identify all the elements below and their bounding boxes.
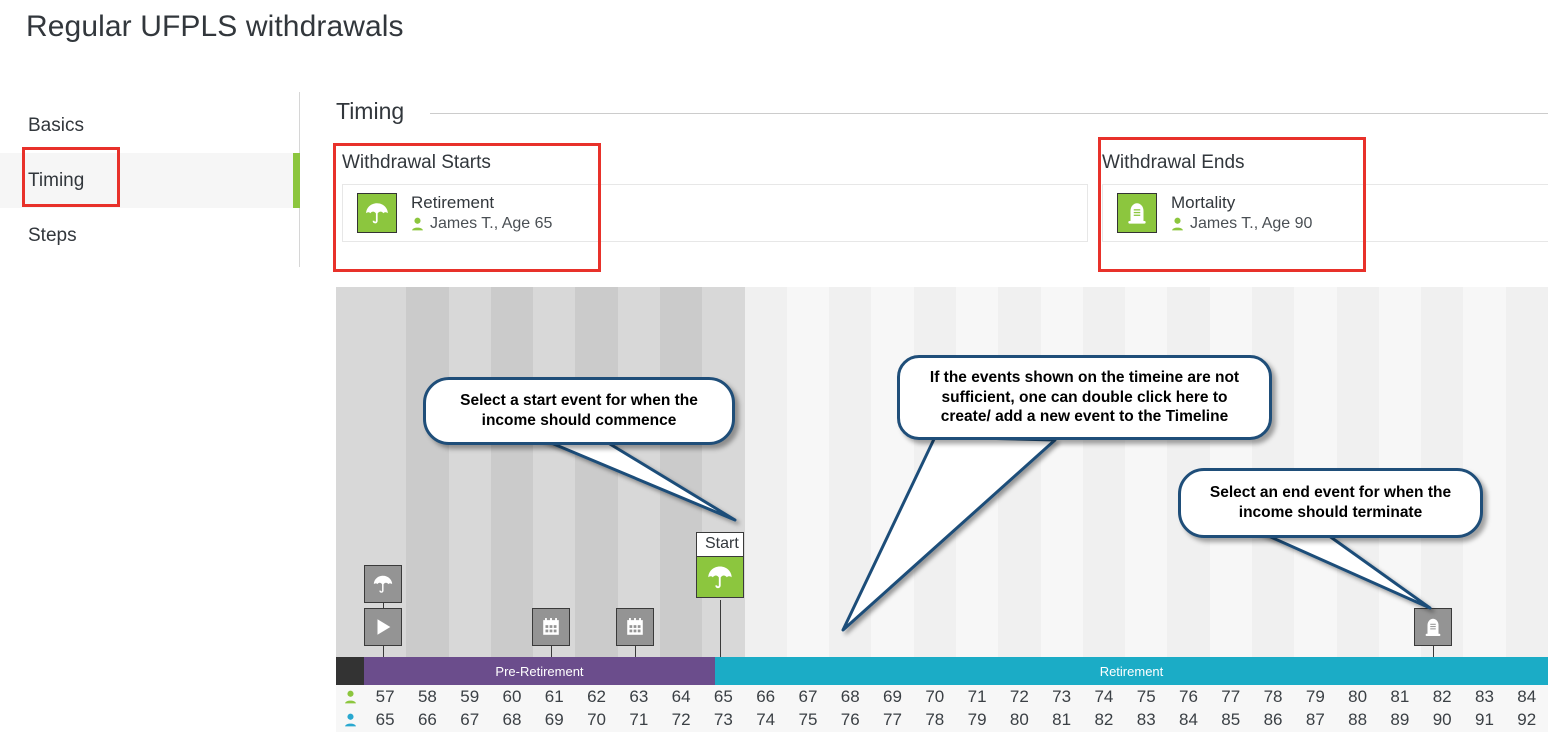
end-callout: Select an end event for when the income …: [1178, 468, 1483, 538]
start-callout: Select a start event for when the income…: [423, 377, 735, 445]
create-event-callout: If the events shown on the timeine are n…: [897, 355, 1272, 440]
app-page: Regular UFPLS withdrawals Basics Timing …: [0, 0, 1548, 732]
callout-pointers: [523, 430, 1432, 632]
